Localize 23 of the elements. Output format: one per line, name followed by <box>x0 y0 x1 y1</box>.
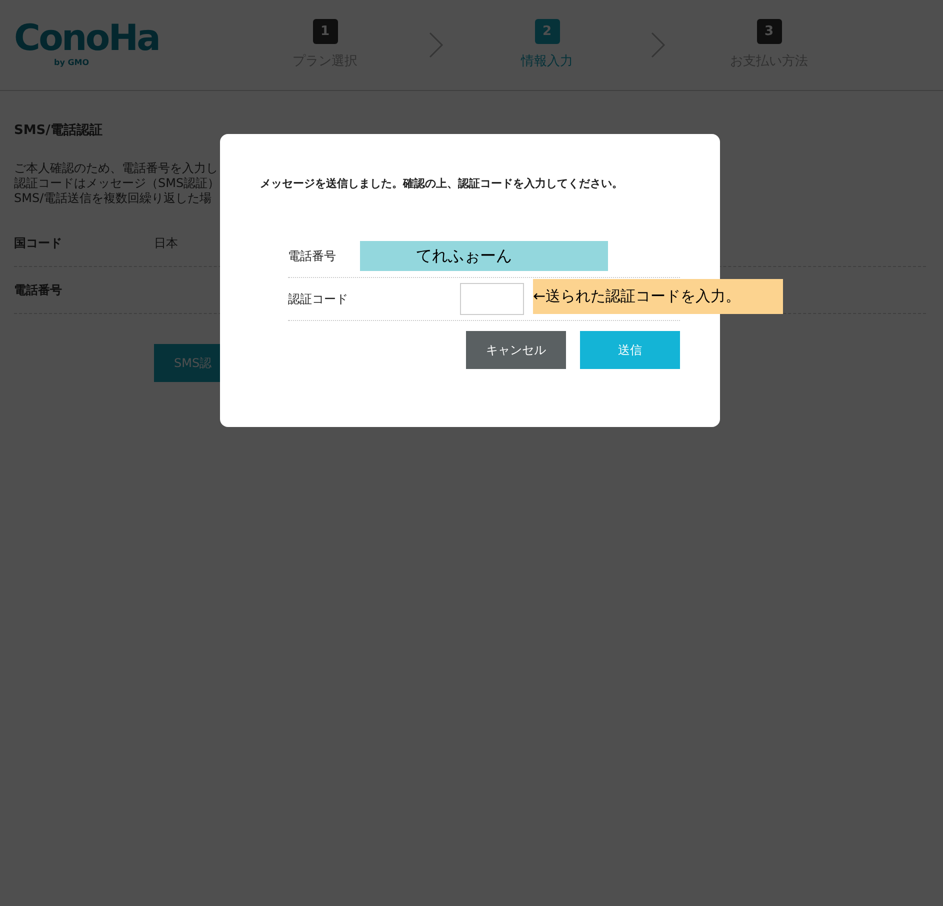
chevron-icon <box>428 30 444 59</box>
send-button[interactable]: 送信 <box>580 330 680 368</box>
description-text: ご本人確認のため、電話番号を入力し <box>14 160 218 176</box>
logo-subtitle: by GMO <box>54 57 90 69</box>
description-text: 認証コードはメッセージ（SMS認証） <box>14 176 220 190</box>
cancel-button[interactable]: キャンセル <box>466 330 566 368</box>
field-label: 電話番号 <box>14 282 63 298</box>
dialog-message: メッセージを送信しました。確認の上、認証コードを入力してください。 <box>260 176 624 192</box>
section-title: SMS/電話認証 <box>14 122 104 140</box>
field-label: 電話番号 <box>288 248 337 264</box>
step-number: 1 <box>312 18 338 44</box>
logo[interactable]: ConoHa <box>14 21 160 57</box>
field-label: 国コード <box>14 234 63 252</box>
chevron-icon <box>650 30 666 59</box>
annotation-note: ←送られた認証コードを入力。 <box>533 278 783 314</box>
step-label: 情報入力 <box>521 52 573 71</box>
field-label: 認証コード <box>288 290 349 308</box>
input-field[interactable] <box>460 282 524 314</box>
masked-phone-number: てれふぉーん <box>360 240 608 270</box>
step-number: 2 <box>534 18 560 44</box>
field-value: 日本 <box>154 234 178 252</box>
step-number: 3 <box>756 18 782 44</box>
description-text: SMS/電話送信を複数回繰り返した場 <box>14 190 212 206</box>
